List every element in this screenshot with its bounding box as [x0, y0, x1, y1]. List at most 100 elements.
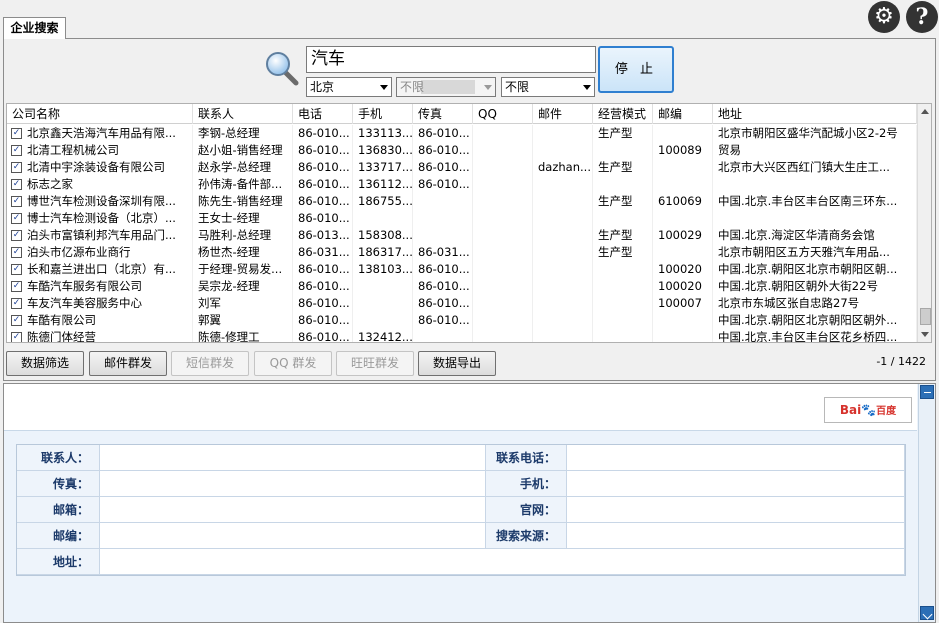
- checkbox-icon[interactable]: ✓: [11, 281, 22, 292]
- cell-mode: [593, 295, 653, 312]
- district-select-value: 不限: [400, 80, 425, 94]
- cell-zip: 100007: [653, 295, 713, 312]
- cell-email: [533, 142, 593, 159]
- table-scrollbar[interactable]: [917, 104, 931, 342]
- table-row[interactable]: ✓ 北清中宇涂装设备有限公司 赵永学-总经理 86-010... 133717... 86…: [7, 159, 917, 176]
- column-header-mobile[interactable]: 手机: [353, 104, 413, 124]
- checkbox-icon[interactable]: ✓: [11, 264, 22, 275]
- checkbox-icon[interactable]: ✓: [11, 298, 22, 309]
- cell-mode: 生产型: [593, 244, 653, 261]
- expand-icon[interactable]: [920, 606, 934, 620]
- baidu-search-button[interactable]: Bai🐾百度: [824, 397, 912, 423]
- cell-company: ✓ 泊头市亿源布业商行: [7, 244, 193, 261]
- table-row[interactable]: ✓ 车酷汽车服务有限公司 吴宗龙-经理 86-010... 86-010... 10002…: [7, 278, 917, 295]
- scroll-up-icon[interactable]: [921, 109, 929, 114]
- column-header-zip[interactable]: 邮编: [653, 104, 713, 124]
- cell-phone: 86-010...: [293, 193, 353, 210]
- help-icon[interactable]: ?: [906, 1, 938, 33]
- cell-contact: 郭翼: [193, 312, 293, 329]
- cell-qq: [473, 295, 533, 312]
- cell-contact: 赵小姐-销售经理: [193, 142, 293, 159]
- gear-icon[interactable]: ⚙: [868, 1, 900, 33]
- search-input[interactable]: 汽车: [306, 46, 596, 73]
- cell-fax: 86-010...: [413, 278, 473, 295]
- cell-mobile: 133717...: [353, 159, 413, 176]
- table-row[interactable]: ✓ 北京鑫天浩海汽车用品有限... 李钢-总经理 86-010... 133113...…: [7, 125, 917, 142]
- table-row[interactable]: ✓ 泊头市富镇利邦汽车用品门... 马胜利-总经理 86-013... 158308..…: [7, 227, 917, 244]
- cell-qq: [473, 312, 533, 329]
- cell-fax: 86-010...: [413, 142, 473, 159]
- cell-phone: 86-010...: [293, 261, 353, 278]
- tab-enterprise-search[interactable]: 企业搜索: [3, 17, 66, 39]
- export-button[interactable]: 数据导出: [418, 351, 496, 376]
- cell-contact: 吴宗龙-经理: [193, 278, 293, 295]
- table-row[interactable]: ✓ 车酷有限公司 郭翼 86-010... 86-010... 中国.北京.朝阳区北京朝阳…: [7, 312, 917, 329]
- table-row[interactable]: ✓ 陈德门体经营 陈德-修理工 86-010... 132412... 中国.北京.丰台区…: [7, 329, 917, 342]
- table-row[interactable]: ✓ 博士汽车检测设备（北京）... 王女士-经理 86-010...: [7, 210, 917, 227]
- column-header-company[interactable]: 公司名称: [7, 104, 193, 124]
- company-name: 北清工程机械公司: [27, 143, 119, 157]
- table-row[interactable]: ✓ 泊头市亿源布业商行 杨世杰-经理 86-031... 186317... 86-031…: [7, 244, 917, 261]
- qq-broadcast-button: QQ 群发: [254, 351, 332, 376]
- table-row[interactable]: ✓ 标志之家 孙伟涛-备件部... 86-010... 136112... 86-010.…: [7, 176, 917, 193]
- cell-zip: 100089: [653, 142, 713, 159]
- cell-zip: [653, 329, 713, 342]
- column-header-email[interactable]: 邮件: [533, 104, 593, 124]
- cell-email: [533, 261, 593, 278]
- column-header-mode[interactable]: 经营模式: [593, 104, 653, 124]
- cell-qq: [473, 193, 533, 210]
- cell-fax: [413, 193, 473, 210]
- checkbox-icon[interactable]: ✓: [11, 230, 22, 241]
- collapse-icon[interactable]: [920, 385, 934, 399]
- cell-qq: [473, 176, 533, 193]
- cell-mode: [593, 261, 653, 278]
- detail-scrollbar[interactable]: [918, 384, 935, 622]
- cell-qq: [473, 261, 533, 278]
- company-name: 标志之家: [27, 177, 73, 191]
- cell-contact: 王女士-经理: [193, 210, 293, 227]
- scroll-down-icon[interactable]: [921, 332, 929, 337]
- column-header-qq[interactable]: QQ: [473, 104, 533, 124]
- zip-label: 邮编：: [17, 523, 100, 549]
- table-row[interactable]: ✓ 博世汽车检测设备深圳有限... 陈先生-销售经理 86-010... 186755.…: [7, 193, 917, 210]
- baidu-logo-bai: Bai: [839, 403, 862, 417]
- checkbox-icon[interactable]: ✓: [11, 332, 22, 342]
- cell-email: [533, 244, 593, 261]
- cell-phone: 86-010...: [293, 295, 353, 312]
- filter-button[interactable]: 数据筛选: [6, 351, 84, 376]
- column-header-phone[interactable]: 电话: [293, 104, 353, 124]
- cell-fax: 86-010...: [413, 125, 473, 142]
- cell-phone: 86-010...: [293, 125, 353, 142]
- checkbox-icon[interactable]: ✓: [11, 196, 22, 207]
- email-broadcast-button[interactable]: 邮件群发: [89, 351, 167, 376]
- cell-company: ✓ 车友汽车美容服务中心: [7, 295, 193, 312]
- cell-mode: [593, 278, 653, 295]
- cell-fax: 86-010...: [413, 176, 473, 193]
- checkbox-icon[interactable]: ✓: [11, 247, 22, 258]
- checkbox-icon[interactable]: ✓: [11, 179, 22, 190]
- checkbox-icon[interactable]: ✓: [11, 315, 22, 326]
- detail-panel: Bai🐾百度 联系人： 联系电话： 传真： 手机： 邮箱： 官网： 邮编： 搜索…: [3, 383, 936, 623]
- column-header-address[interactable]: 地址: [713, 104, 917, 124]
- cell-address: 中国.北京.海淀区华清商务会馆: [713, 227, 917, 244]
- results-table: 公司名称 联系人 电话 手机 传真 QQ 邮件 经营模式 邮编 地址 ✓ 北京鑫天浩海汽车用品有限.…: [6, 103, 932, 343]
- column-header-fax[interactable]: 传真: [413, 104, 473, 124]
- table-row[interactable]: ✓ 车友汽车美容服务中心 刘军 86-010... 86-010... 100007 北京市…: [7, 295, 917, 312]
- checkbox-icon[interactable]: ✓: [11, 213, 22, 224]
- checkbox-icon[interactable]: ✓: [11, 145, 22, 156]
- cell-mobile: 133113...: [353, 125, 413, 142]
- cell-zip: [653, 312, 713, 329]
- category-select[interactable]: 不限: [501, 77, 595, 97]
- table-row[interactable]: ✓ 长和嘉兰进出口（北京）有... 于经理-贸易发... 86-010... 13810…: [7, 261, 917, 278]
- cell-zip: 100020: [653, 278, 713, 295]
- sms-broadcast-button: 短信群发: [171, 351, 249, 376]
- column-header-contact[interactable]: 联系人: [193, 104, 293, 124]
- table-row[interactable]: ✓ 北清工程机械公司 赵小姐-销售经理 86-010... 136830... 86-01…: [7, 142, 917, 159]
- cell-email: [533, 295, 593, 312]
- city-select[interactable]: 北京: [306, 77, 392, 97]
- zip-value: [100, 523, 486, 549]
- checkbox-icon[interactable]: ✓: [11, 128, 22, 139]
- stop-button[interactable]: 停 止: [598, 46, 674, 93]
- checkbox-icon[interactable]: ✓: [11, 162, 22, 173]
- scroll-thumb[interactable]: [920, 308, 931, 325]
